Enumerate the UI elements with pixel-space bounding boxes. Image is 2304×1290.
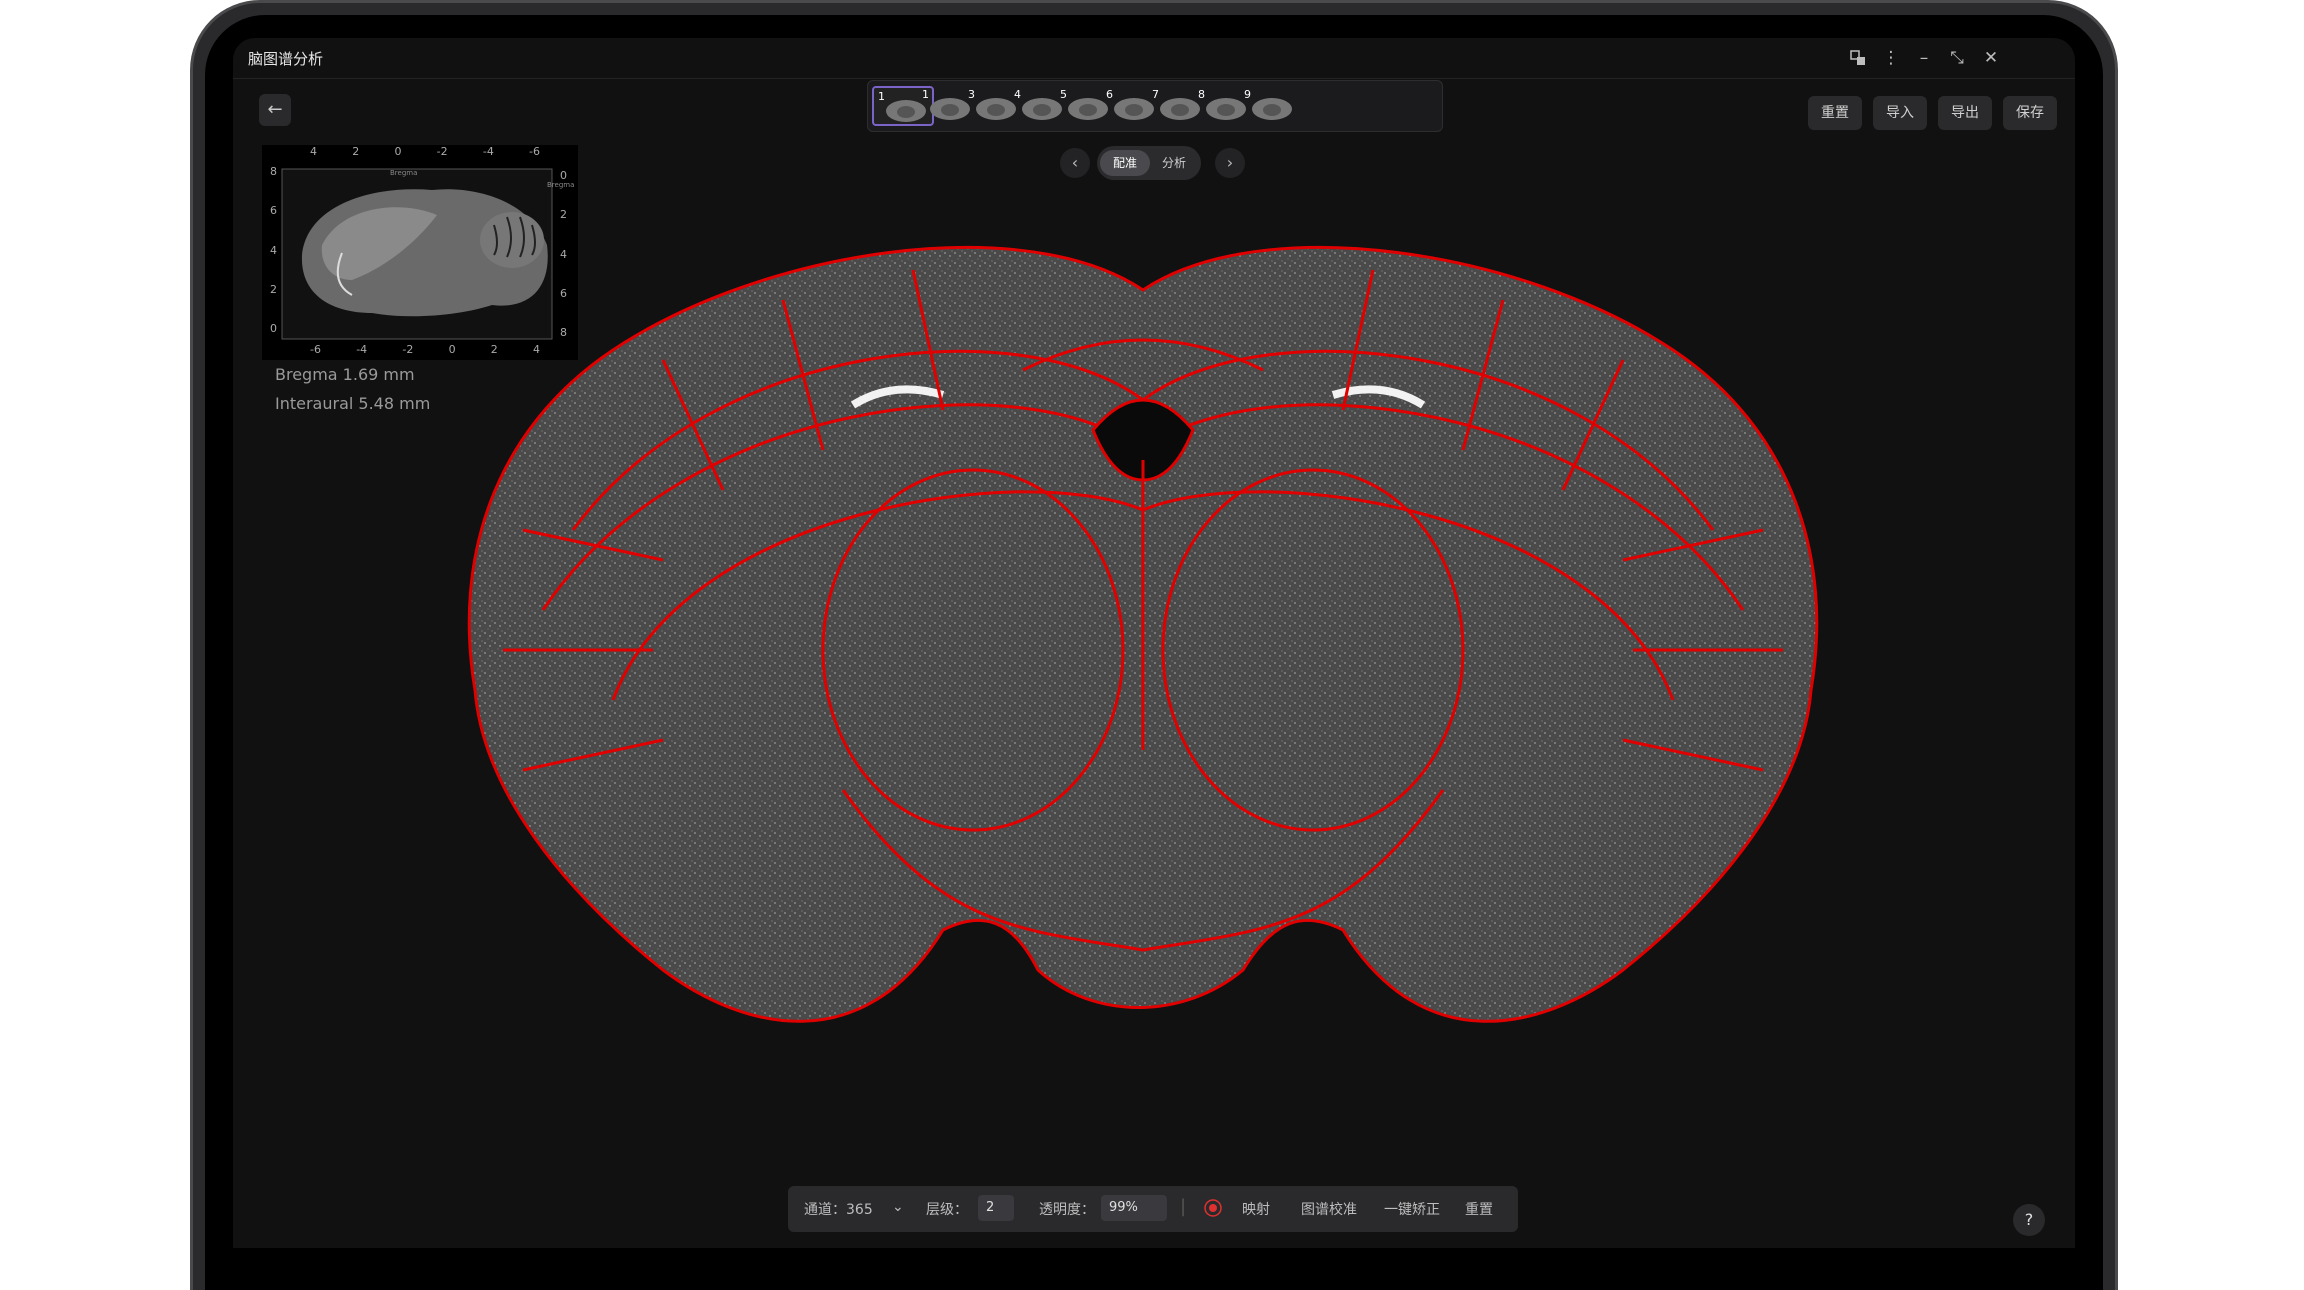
minimap-bregma-marker: Bregma <box>390 169 418 177</box>
reset-button[interactable]: 重置 <box>1808 96 1862 130</box>
close-icon[interactable]: ✕ <box>1979 46 2003 70</box>
tick-label: 4 <box>310 145 317 158</box>
mode-toggle: 配准 分析 <box>1097 146 1201 180</box>
interaural-value: Interaural 5.48 mm <box>275 394 431 413</box>
help-button[interactable]: ? <box>2013 1204 2045 1236</box>
title-bar: 脑图谱分析 ⋮ – ⤡ ✕ <box>233 38 2075 79</box>
tick-label: -6 <box>529 145 540 158</box>
tick-label: 0 <box>270 322 277 335</box>
opacity-label: 透明度： <box>1039 1202 1095 1218</box>
bottom-control-bar: 通道：365 ⌄ 层级： 2 透明度： 99% | 映射 图谱校准 一键矫正 重… <box>788 1186 1518 1232</box>
tick-label: -2 <box>436 145 448 158</box>
minimap-bregma-marker-right: Bregma <box>547 181 575 189</box>
minimap-left-axis: 8 6 4 2 0 <box>270 165 282 335</box>
chevron-right-icon: › <box>1226 153 1234 172</box>
chevron-left-icon: ‹ <box>1071 153 1079 172</box>
app-window: 脑图谱分析 ⋮ – ⤡ ✕ ← 1 1 3 4 5 6 7 8 9 ‹ 配准 分… <box>233 38 2075 1248</box>
slice-thumbnail-strip: 1 1 3 4 5 6 7 8 9 <box>867 80 1443 132</box>
tick-label: 4 <box>270 243 277 257</box>
tick-label: 8 <box>270 165 277 178</box>
calibrate-button[interactable]: 图谱校准 <box>1301 1199 1357 1219</box>
tick-label: 2 <box>352 145 360 158</box>
tick-label: 6 <box>270 204 277 218</box>
tick-label: 0 <box>394 145 402 158</box>
tab-register[interactable]: 配准 <box>1100 150 1150 176</box>
tick-label: 2 <box>270 282 277 296</box>
channel-select[interactable]: 通道：365 <box>804 1199 873 1219</box>
arrow-left-icon: ← <box>267 99 283 120</box>
tick-label: 0 <box>448 343 456 356</box>
app-title: 脑图谱分析 <box>248 50 324 68</box>
tab-analyze[interactable]: 分析 <box>1149 150 1199 176</box>
tick-label: -2 <box>402 343 414 356</box>
minimize-icon[interactable]: – <box>1912 46 1936 70</box>
save-button[interactable]: 保存 <box>2003 96 2057 130</box>
more-icon[interactable]: ⋮ <box>1879 46 1903 70</box>
minimap-top-axis: 4 2 0 -2 -4 -6 <box>310 145 540 161</box>
chevron-down-icon[interactable]: ⌄ <box>892 1199 904 1215</box>
translate-icon[interactable] <box>1846 46 1870 70</box>
coordinate-readout: Bregma 1.69 mm Interaural 5.48 mm <box>275 360 430 418</box>
opacity-stepper[interactable]: 99% <box>1101 1195 1167 1221</box>
prev-slice-button[interactable]: ‹ <box>1060 148 1090 178</box>
import-button[interactable]: 导入 <box>1873 96 1927 130</box>
next-slice-button[interactable]: › <box>1215 148 1245 178</box>
slice-preview <box>1252 98 1292 120</box>
auto-correct-button[interactable]: 一键矫正 <box>1384 1199 1440 1219</box>
divider: | <box>1180 1196 1187 1217</box>
tick-label: 2 <box>560 208 567 222</box>
brain-slice-canvas[interactable] <box>463 230 1823 1090</box>
level-label: 层级： <box>926 1202 968 1218</box>
tick-label: -4 <box>482 145 494 158</box>
tick-label: -6 <box>310 343 321 356</box>
record-icon[interactable] <box>1203 1198 1223 1222</box>
map-button[interactable]: 映射 <box>1242 1199 1270 1219</box>
back-button[interactable]: ← <box>259 94 291 126</box>
bregma-value: Bregma 1.69 mm <box>275 365 415 384</box>
restore-icon[interactable]: ⤡ <box>1945 46 1969 70</box>
reset-overlay-button[interactable]: 重置 <box>1465 1199 1493 1219</box>
level-stepper[interactable]: 2 <box>978 1195 1014 1221</box>
slice-thumb[interactable]: 9 <box>1240 86 1302 126</box>
tick-label: -4 <box>356 343 368 356</box>
export-button[interactable]: 导出 <box>1938 96 1992 130</box>
